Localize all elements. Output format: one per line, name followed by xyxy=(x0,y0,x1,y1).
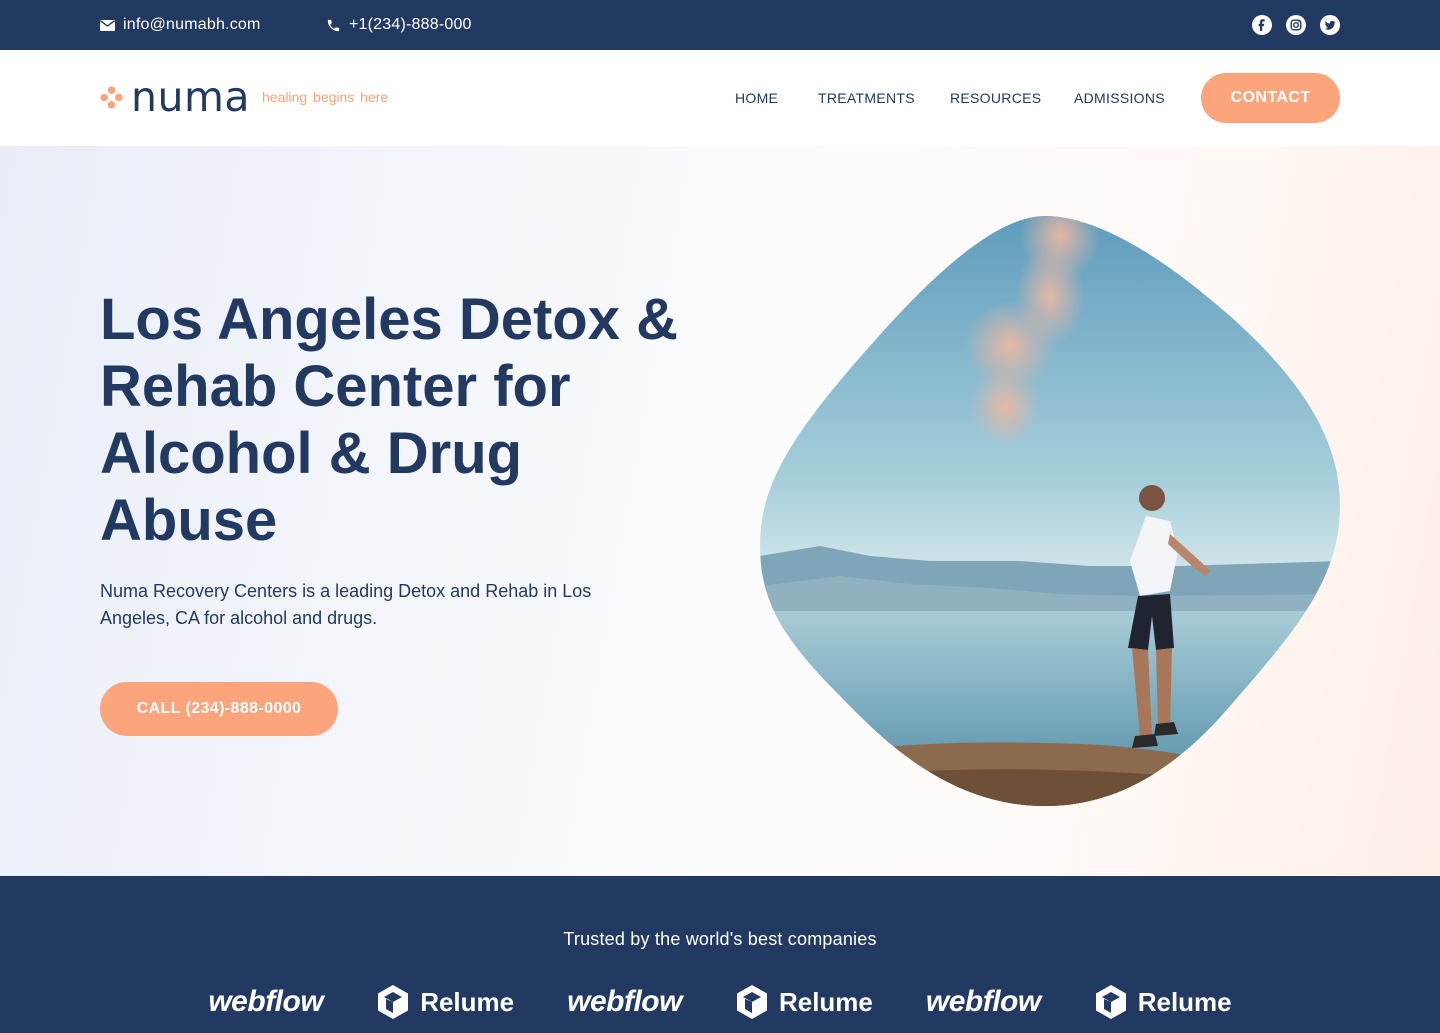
relume-logo-text: Relume xyxy=(1137,986,1232,1017)
numa-logo-mark xyxy=(100,85,123,109)
trusted-title: Trusted by the world's best companies xyxy=(563,929,877,949)
webflow-logo-text: webflow xyxy=(925,985,1041,1018)
nav-home[interactable]: HOME xyxy=(735,50,778,146)
relume-logo-text: Relume xyxy=(778,986,873,1017)
topbar-email-text: info@numabh.com xyxy=(123,16,261,33)
webflow-logo: webflow xyxy=(926,985,1041,1019)
nav-treatments[interactable]: TREATMENTS xyxy=(818,50,915,146)
webflow-logo-text: webflow xyxy=(208,985,324,1018)
numa-logo[interactable]: numa xyxy=(100,72,250,122)
mail-icon xyxy=(100,19,115,31)
nav-admissions[interactable]: ADMISSIONS xyxy=(1074,50,1165,146)
call-button[interactable]: CALL (234)-888-0000 xyxy=(100,682,338,736)
relume-logo: Relume xyxy=(1094,984,1232,1020)
hero-section: Los Angeles Detox & Rehab Center for Alc… xyxy=(0,146,1440,876)
trusted-section: Trusted by the world's best companies we… xyxy=(0,876,1440,1033)
relume-logo: Relume xyxy=(735,984,873,1020)
hero-description: Numa Recovery Centers is a leading Detox… xyxy=(100,581,592,628)
instagram-icon[interactable] xyxy=(1286,15,1306,35)
relume-cube-icon xyxy=(736,985,767,1019)
contact-button[interactable]: CONTACT xyxy=(1201,73,1340,123)
twitter-icon[interactable] xyxy=(1320,15,1340,35)
main-header: numa healing begins here HOME TREATMENTS… xyxy=(0,50,1440,146)
tagline: healing begins here xyxy=(262,89,389,105)
facebook-icon[interactable] xyxy=(1252,15,1272,35)
relume-cube-icon xyxy=(1095,985,1126,1019)
hero-image xyxy=(760,216,1340,806)
relume-logo-text: Relume xyxy=(420,986,515,1017)
logo-text: numa xyxy=(131,73,251,121)
topbar-email-link[interactable]: info@numabh.com xyxy=(100,0,261,50)
topbar-phone-text: +1(234)-888-000 xyxy=(349,16,472,33)
relume-cube-icon xyxy=(378,985,409,1019)
hero-title: Los Angeles Detox & Rehab Center for Alc… xyxy=(100,287,678,553)
social-links xyxy=(1252,15,1340,35)
phone-icon xyxy=(327,19,340,31)
relume-logo: Relume xyxy=(376,984,514,1020)
nav-resources[interactable]: RESOURCES xyxy=(950,50,1041,146)
top-bar: info@numabh.com +1(234)-888-000 xyxy=(0,0,1440,50)
webflow-logo: webflow xyxy=(208,985,323,1019)
webflow-logo: webflow xyxy=(567,985,682,1019)
topbar-phone-link[interactable]: +1(234)-888-000 xyxy=(326,0,472,50)
company-logos: webflow Relume webflow Relume webflow Re… xyxy=(0,984,1440,1020)
webflow-logo-text: webflow xyxy=(567,985,682,1018)
